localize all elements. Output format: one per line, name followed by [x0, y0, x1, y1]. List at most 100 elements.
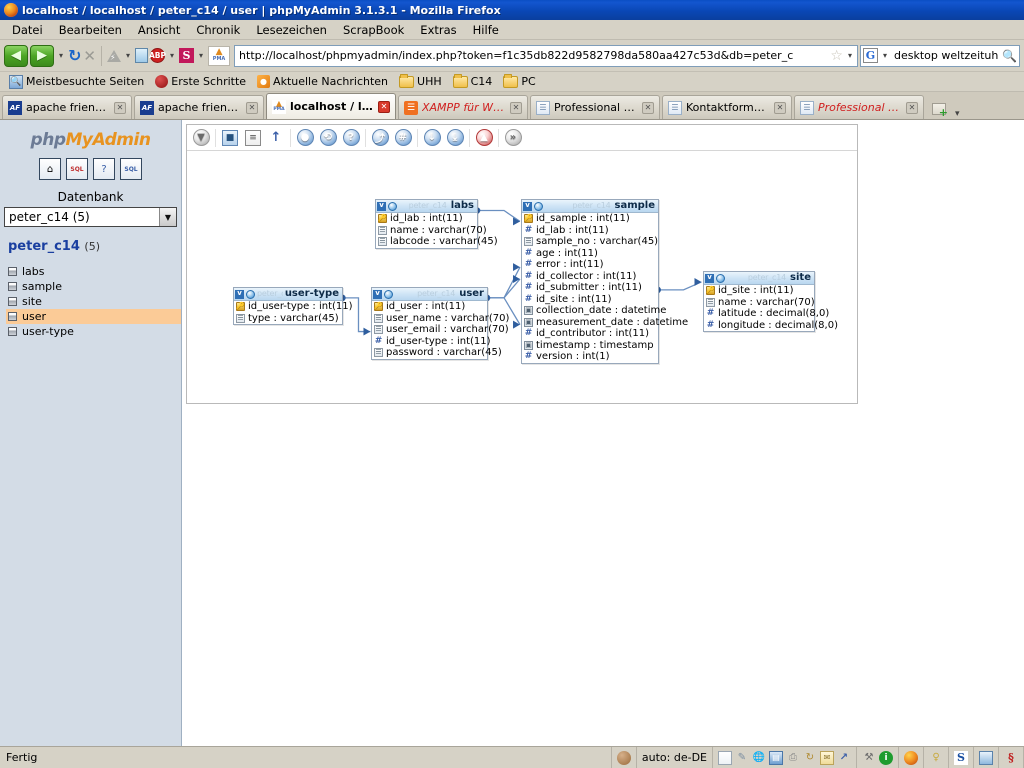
- er-table-header[interactable]: v peter_c14 user: [372, 288, 487, 301]
- er-field-row[interactable]: # error : int(11): [522, 259, 658, 271]
- menu-item-bearbeiten[interactable]: Bearbeiten: [51, 21, 130, 39]
- history-dropdown-icon[interactable]: ▾: [56, 51, 66, 60]
- menu-item-datei[interactable]: Datei: [4, 21, 51, 39]
- search-bar[interactable]: G ▾ 🔍: [860, 44, 1020, 67]
- collapse-icon[interactable]: v: [377, 201, 386, 211]
- collapse-icon[interactable]: v: [523, 201, 532, 211]
- designer-canvas[interactable]: v peter_c14 labs 🔑 id_lab : int(11) ☰ name…: [187, 151, 857, 403]
- new-tab-button[interactable]: +: [928, 99, 950, 119]
- bookmark-folder-pc[interactable]: PC: [499, 73, 539, 89]
- sql-icon[interactable]: SQL: [66, 158, 88, 180]
- sidebar-table-user[interactable]: user: [6, 309, 181, 324]
- chevron-down-icon[interactable]: ▼: [159, 208, 176, 226]
- er-field-row[interactable]: # version : int(1): [522, 351, 658, 363]
- chart-icon[interactable]: ↗: [837, 751, 851, 765]
- er-field-row[interactable]: 🔑 id_site : int(11): [704, 285, 814, 297]
- er-field-row[interactable]: # id_lab : int(11): [522, 225, 658, 237]
- database-title[interactable]: peter_c14 (5): [0, 239, 181, 254]
- collapse-icon[interactable]: v: [373, 289, 382, 299]
- toggle-relation-lines-icon[interactable]: ⤴: [369, 127, 391, 149]
- menu-item-scrapbook[interactable]: ScrapBook: [335, 21, 412, 39]
- firefox-status-icon[interactable]: [899, 747, 924, 768]
- er-table-user-type[interactable]: v peter_c14 user-type 🔑id_user-type : in…: [233, 287, 353, 325]
- scrapbook-s-icon[interactable]: S: [949, 747, 974, 768]
- er-table-header[interactable]: v peter_c14 site: [704, 272, 814, 285]
- er-field-row[interactable]: # id_contributor : int(11): [522, 328, 658, 340]
- create-relation-icon[interactable]: ●: [294, 127, 316, 149]
- bookmark-folder-c14[interactable]: C14: [449, 73, 497, 89]
- save-icon[interactable]: ■: [219, 127, 241, 149]
- tab-kontaktformular[interactable]: ☰ Kontaktformular... ✕: [662, 95, 792, 119]
- adblock-icon[interactable]: ABP: [149, 48, 166, 63]
- er-field-row[interactable]: 🔑 id_lab : int(11): [376, 213, 477, 225]
- gear-icon[interactable]: [388, 201, 397, 211]
- er-field-row[interactable]: ☰ name : varchar(70): [376, 225, 487, 237]
- export-icon[interactable]: ⤓: [444, 127, 466, 149]
- er-field-row[interactable]: # id_submitter : int(11): [522, 282, 658, 294]
- export-pdf-icon[interactable]: ▲: [473, 127, 495, 149]
- new-document-icon[interactable]: [718, 750, 732, 765]
- google-icon[interactable]: G: [863, 48, 878, 63]
- gear-icon[interactable]: [246, 289, 255, 299]
- sidebar-table-labs[interactable]: labs: [6, 264, 181, 279]
- query-icon[interactable]: ?: [93, 158, 115, 180]
- print-icon[interactable]: ⎙: [786, 751, 800, 765]
- er-field-row[interactable]: # id_collector : int(11): [522, 271, 658, 283]
- close-icon[interactable]: ✕: [246, 101, 258, 114]
- tab-apache-friends-2[interactable]: AF apache friends ... ✕: [134, 95, 264, 119]
- back-button[interactable]: ◀: [4, 44, 28, 67]
- er-table-labs[interactable]: v peter_c14 labs 🔑 id_lab : int(11) ☰ name…: [375, 199, 498, 249]
- er-field-row[interactable]: 🔑 id_user-type : int(11): [234, 301, 353, 313]
- save-icon[interactable]: ▤: [769, 750, 783, 765]
- scrapbook-dropdown-icon[interactable]: ▾: [196, 51, 206, 60]
- er-field-row[interactable]: ▣ measurement_date : datetime: [522, 317, 688, 329]
- er-field-row[interactable]: ☰ sample_no : varchar(45): [522, 236, 658, 248]
- er-field-row[interactable]: ▣ timestamp : timestamp: [522, 340, 658, 352]
- gear-icon[interactable]: [384, 289, 393, 299]
- er-field-row[interactable]: # age : int(11): [522, 248, 658, 260]
- edit-relation-icon[interactable]: ↑: [265, 127, 287, 149]
- url-text[interactable]: http://localhost/phpmyadmin/index.php?to…: [239, 49, 828, 62]
- tab-professional-ser-2[interactable]: ☰ Professional Ser... ✕: [794, 95, 924, 119]
- magnifier-icon[interactable]: 🔍: [1002, 49, 1017, 63]
- menu-item-ansicht[interactable]: Ansicht: [130, 21, 188, 39]
- er-field-row[interactable]: # longitude : decimal(8,0): [704, 320, 838, 332]
- er-table-header[interactable]: v peter_c14 sample: [522, 200, 658, 213]
- er-field-row[interactable]: ☰ labcode : varchar(45): [376, 236, 498, 248]
- search-input[interactable]: [892, 48, 1001, 63]
- er-field-row[interactable]: 🔑 id_user : int(11): [372, 301, 487, 313]
- er-table-header[interactable]: v peter_c14 labs: [376, 200, 477, 213]
- mail-icon[interactable]: ✉: [820, 750, 834, 765]
- sql-query-icon[interactable]: SQL: [120, 158, 142, 180]
- scrapbook-status-icon[interactable]: [612, 747, 637, 768]
- tab-apache-friends-1[interactable]: AF apache friends ... ✕: [2, 95, 132, 119]
- er-field-row[interactable]: ☰ user_email : varchar(70): [372, 324, 509, 336]
- language-indicator[interactable]: auto: de-DE: [637, 747, 713, 768]
- er-field-row[interactable]: ☰ user_name : varchar(70): [372, 313, 509, 325]
- tab-localhost-phpmyadmin[interactable]: ▲ PMA localhost / lo... ✕: [266, 93, 396, 119]
- er-field-row[interactable]: ☰ type : varchar(45): [234, 313, 342, 325]
- menu-item-chronik[interactable]: Chronik: [188, 21, 248, 39]
- close-icon[interactable]: ✕: [378, 100, 390, 113]
- close-icon[interactable]: ✕: [114, 101, 126, 114]
- sidebar-table-sample[interactable]: sample: [6, 279, 181, 294]
- globe-icon[interactable]: 🌐: [752, 751, 766, 765]
- url-dropdown-icon[interactable]: ▾: [845, 51, 855, 60]
- sidebar-table-site[interactable]: site: [6, 294, 181, 309]
- reload-icon[interactable]: ↻: [68, 46, 81, 65]
- tools-icon[interactable]: ⚒: [862, 751, 876, 765]
- bookmark-erste-schritte[interactable]: Erste Schritte: [151, 74, 250, 89]
- gear-icon[interactable]: [534, 201, 543, 211]
- grid-icon[interactable]: #: [392, 127, 414, 149]
- forward-button[interactable]: ▶: [30, 44, 54, 67]
- gear-icon[interactable]: [716, 273, 725, 283]
- tab-xampp[interactable]: ☰ XAMPP für Wind... ✕: [398, 95, 528, 119]
- bookmark-meistbesuchte-seiten[interactable]: 🔍 Meistbesuchte Seiten: [5, 74, 148, 90]
- er-field-row[interactable]: # id_user-type : int(11): [372, 336, 491, 348]
- tab-professional-ser-1[interactable]: ☰ Professional Ser... ✕: [530, 95, 660, 119]
- expand-icon[interactable]: »: [502, 127, 524, 149]
- er-table-site[interactable]: v peter_c14 site 🔑 id_site : int(11) ☰ nam…: [703, 271, 838, 332]
- import-icon[interactable]: ↓: [421, 127, 443, 149]
- scrapbook-icon[interactable]: S: [179, 48, 195, 63]
- er-field-row[interactable]: 🔑 id_sample : int(11): [522, 213, 658, 225]
